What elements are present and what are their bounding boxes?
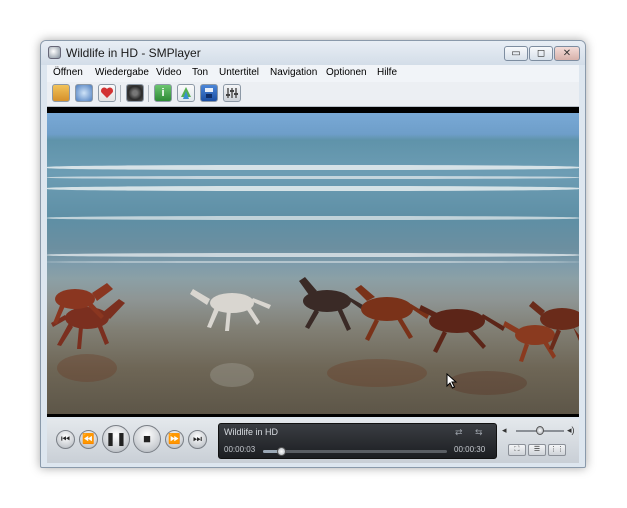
video-area[interactable] bbox=[47, 107, 579, 417]
equalizer-icon[interactable] bbox=[223, 84, 241, 102]
galloping-horses bbox=[51, 277, 579, 395]
forward-button[interactable]: ⏩ bbox=[165, 430, 184, 449]
menu-subtitles[interactable]: Untertitel bbox=[219, 67, 259, 78]
equalizer-button[interactable]: ⋮⋮ bbox=[548, 444, 566, 456]
volume-handle[interactable] bbox=[536, 426, 544, 435]
open-folder-icon[interactable] bbox=[52, 84, 70, 102]
toolbar-separator bbox=[148, 85, 149, 102]
shuffle-icon[interactable]: ⇆ bbox=[475, 427, 483, 438]
pause-button[interactable]: ❚❚ bbox=[102, 425, 130, 453]
seek-handle[interactable] bbox=[277, 447, 287, 456]
globe-icon[interactable] bbox=[75, 84, 93, 102]
menu-playback[interactable]: Wiedergabe bbox=[95, 67, 149, 78]
minimize-button[interactable]: ▭ bbox=[504, 46, 528, 61]
rewind-button[interactable]: ⏪ bbox=[79, 430, 98, 449]
seek-bar[interactable] bbox=[263, 447, 447, 456]
close-button[interactable]: ✕ bbox=[554, 46, 580, 61]
subtitle-upload-icon[interactable] bbox=[177, 84, 195, 102]
repeat-icon[interactable]: ⇄ bbox=[455, 427, 463, 438]
menu-open[interactable]: Öffnen bbox=[53, 67, 83, 78]
elapsed-time: 00:00:03 bbox=[224, 445, 256, 454]
dvd-disc-icon[interactable] bbox=[126, 84, 144, 102]
menu-options[interactable]: Optionen bbox=[326, 67, 367, 78]
media-title: Wildlife in HD bbox=[224, 427, 279, 437]
menu-audio[interactable]: Ton bbox=[192, 67, 208, 78]
window-title: Wildlife in HD - SMPlayer bbox=[66, 46, 201, 60]
stop-button[interactable]: ■ bbox=[133, 425, 161, 453]
toolbar: i bbox=[47, 82, 579, 107]
save-disk-icon[interactable] bbox=[200, 84, 218, 102]
player-window: Wildlife in HD - SMPlayer ▭ ◻ ✕ Öffnen W… bbox=[40, 40, 586, 468]
next-button[interactable]: ⏭ bbox=[188, 430, 207, 449]
title-bar[interactable]: Wildlife in HD - SMPlayer ▭ ◻ ✕ bbox=[41, 41, 585, 65]
menu-help[interactable]: Hilfe bbox=[377, 67, 397, 78]
menu-video[interactable]: Video bbox=[156, 67, 181, 78]
mute-icon[interactable]: ◂ bbox=[502, 425, 507, 436]
total-duration: 00:00:30 bbox=[454, 445, 486, 454]
control-bar: ⏮ ⏪ ❚❚ ■ ⏩ ⏭ Wildlife in HD ⇄ ⇆ 00:00:03… bbox=[47, 419, 579, 463]
maximize-button[interactable]: ◻ bbox=[529, 46, 553, 61]
toolbar-separator bbox=[120, 85, 121, 102]
smplayer-app-icon[interactable] bbox=[48, 46, 61, 59]
menu-navigation[interactable]: Navigation bbox=[270, 67, 317, 78]
playlist-button[interactable]: ☰ bbox=[528, 444, 546, 456]
volume-icon[interactable]: ◂) bbox=[567, 425, 575, 436]
previous-button[interactable]: ⏮ bbox=[56, 430, 75, 449]
fullscreen-button[interactable]: ⛶ bbox=[508, 444, 526, 456]
mouse-cursor-icon bbox=[446, 372, 458, 394]
video-frame bbox=[47, 113, 579, 414]
menu-bar: Öffnen Wiedergabe Video Ton Untertitel N… bbox=[47, 65, 579, 82]
favorites-heart-icon[interactable] bbox=[98, 84, 116, 102]
volume-slider[interactable] bbox=[516, 426, 564, 435]
info-panel: Wildlife in HD ⇄ ⇆ 00:00:03 00:00:30 bbox=[218, 423, 497, 459]
info-icon[interactable]: i bbox=[154, 84, 172, 102]
